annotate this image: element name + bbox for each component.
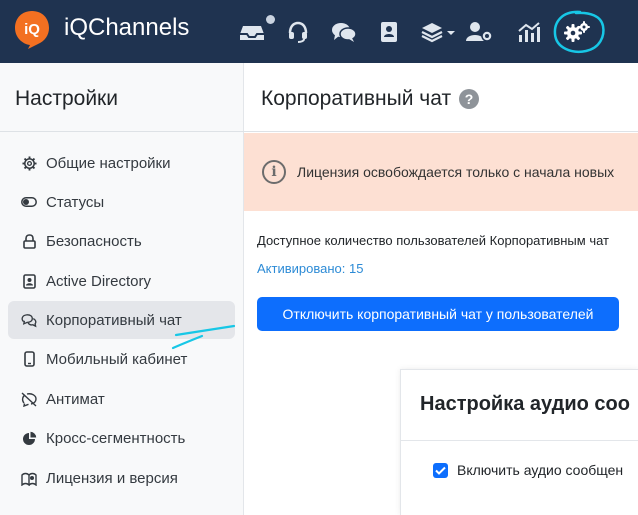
sidebar-item-active-directory[interactable]: Active Directory [8,262,235,300]
phone-icon [21,351,37,367]
sidebar-item-label: Мобильный кабинет [46,350,188,368]
sidebar-item-label: Статусы [46,193,105,211]
audio-card-title: Настройка аудио соо [420,393,630,415]
page-title: Корпоративный чат ? [261,87,480,111]
license-alert: i Лицензия освобождается только с начала… [244,133,638,211]
sidebar-item-cross-segment[interactable]: Кросс-сегментность [8,419,235,457]
analytics-icon[interactable] [515,18,543,46]
sidebar-item-label: Кросс-сегментность [46,429,186,447]
sidebar-divider [0,131,244,132]
iqchannels-logo[interactable]: iQ [14,10,50,50]
main-divider [244,131,638,132]
sidebar-item-label: Лицензия и версия [46,469,178,487]
lock-icon [21,233,37,249]
contacts-icon[interactable] [375,18,403,46]
gear-icon [21,155,37,171]
activated-count: Активировано: 15 [257,261,364,276]
sidebar-item-label: Общие настройки [46,154,171,172]
annotation-underline [171,324,236,350]
annotation-circle [553,10,605,53]
available-users-text: Доступное количество пользователей Корпо… [257,233,609,248]
sidebar-item-label: Безопасность [46,232,142,250]
audio-settings-card: Настройка аудио соо Включить аудио сообщ… [400,369,638,515]
settings-sidebar: Настройки Общие настройки Статусы Безопа… [0,63,244,515]
brand-name[interactable]: iQChannels [64,14,189,42]
alert-text: Лицензия освобождается только с начала н… [297,164,615,180]
sidebar-title: Настройки [15,87,118,110]
chat-icon[interactable] [330,18,358,46]
pie-chart-icon [21,430,37,446]
layers-dropdown-icon[interactable] [420,18,456,46]
disable-corporate-chat-button[interactable]: Отключить корпоративный чат у пользовате… [257,297,619,331]
card-divider [401,440,638,441]
enable-audio-checkbox[interactable] [433,463,448,478]
sidebar-item-statuses[interactable]: Статусы [8,183,235,221]
sidebar-item-label: Корпоративный чат [46,311,182,329]
toggle-icon [21,194,37,210]
inbox-icon[interactable] [238,18,266,46]
info-icon: i [262,160,286,184]
help-icon[interactable]: ? [459,89,480,109]
license-icon [21,470,37,486]
sidebar-item-label: Active Directory [46,272,152,290]
chats-icon [21,312,37,328]
sidebar-item-antimat[interactable]: Антимат [8,380,235,418]
top-navigation-bar: iQ iQChannels [0,0,638,63]
id-card-icon [21,273,37,289]
headset-icon[interactable] [284,18,312,46]
sidebar-item-security[interactable]: Безопасность [8,222,235,260]
enable-audio-label[interactable]: Включить аудио сообщен [457,462,623,478]
page-title-text: Корпоративный чат [261,87,452,110]
logo-text: iQ [24,21,40,38]
sidebar-item-label: Антимат [46,390,105,408]
notification-dot [266,15,275,24]
users-settings-icon[interactable] [466,18,494,46]
no-chat-icon [21,391,37,407]
sidebar-item-license[interactable]: Лицензия и версия [8,459,235,497]
check-icon [435,466,446,475]
sidebar-item-general[interactable]: Общие настройки [8,144,235,182]
